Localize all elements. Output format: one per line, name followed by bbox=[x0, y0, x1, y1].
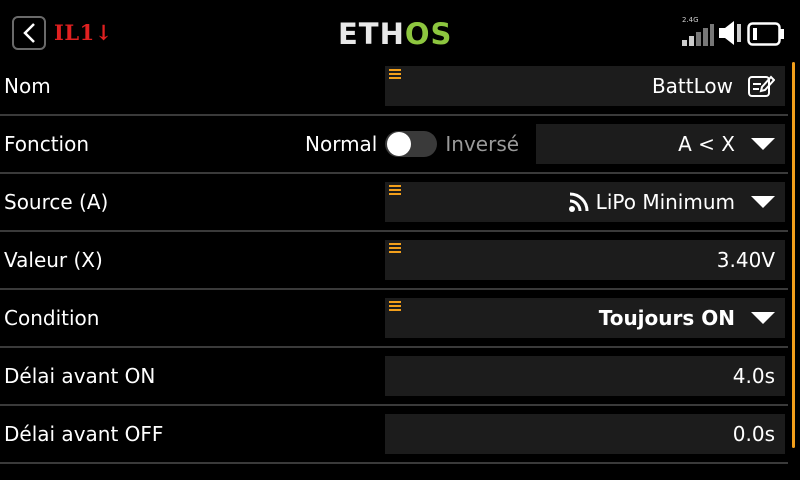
chevron-left-icon bbox=[23, 23, 35, 43]
condition-value: Toujours ON bbox=[598, 306, 735, 330]
name-field[interactable]: BattLow bbox=[385, 66, 785, 106]
logic-switch-settings: Nom BattLow Fonction Normal Inversé A < … bbox=[0, 58, 788, 480]
row-nom: Nom BattLow bbox=[0, 58, 788, 116]
delay-off-value: 0.0s bbox=[732, 422, 775, 446]
row-label: Source (A) bbox=[4, 190, 109, 214]
delay-on-field[interactable]: 4.0s bbox=[385, 356, 785, 396]
drag-handle-icon bbox=[389, 243, 401, 253]
ethos-logo: ETHOS bbox=[338, 17, 453, 51]
dropdown-caret-icon bbox=[751, 196, 775, 208]
function-dropdown[interactable]: A < X bbox=[536, 124, 785, 164]
row-label: Valeur (X) bbox=[4, 248, 103, 272]
row-label: Nom bbox=[4, 74, 51, 98]
row-label: Fonction bbox=[4, 132, 90, 156]
telemetry-icon bbox=[568, 192, 589, 212]
row-fonction: Fonction Normal Inversé A < X bbox=[0, 116, 788, 174]
speaker-icon bbox=[719, 21, 741, 45]
row-delay-off: Délai avant OFF 0.0s bbox=[0, 406, 788, 464]
delay-off-field[interactable]: 0.0s bbox=[385, 414, 785, 454]
name-value: BattLow bbox=[651, 74, 733, 98]
edit-icon bbox=[748, 75, 775, 97]
row-condition: Condition Toujours ON bbox=[0, 290, 788, 348]
drag-handle-icon bbox=[389, 69, 401, 79]
value-field[interactable]: 3.40V bbox=[385, 240, 785, 280]
battery-icon bbox=[747, 22, 784, 46]
scrollbar[interactable] bbox=[792, 62, 795, 448]
drag-handle-icon bbox=[389, 185, 401, 195]
row-delay-on: Délai avant ON 4.0s bbox=[0, 348, 788, 406]
signal-strength-icon bbox=[682, 24, 714, 46]
source-value: LiPo Minimum bbox=[595, 190, 735, 214]
invert-toggle[interactable] bbox=[385, 131, 438, 157]
function-value: A < X bbox=[678, 132, 735, 156]
delay-on-value: 4.0s bbox=[732, 364, 775, 388]
value-value: 3.40V bbox=[716, 248, 775, 272]
header-bar: IL1↓ ETHOS 2.4G bbox=[0, 0, 800, 64]
dropdown-caret-icon bbox=[751, 312, 775, 324]
back-button[interactable] bbox=[12, 16, 46, 50]
toggle-label-normal: Normal bbox=[305, 132, 378, 156]
screen-id: IL1↓ bbox=[54, 20, 113, 45]
rf-band-label: 2.4G bbox=[682, 16, 699, 24]
dropdown-caret-icon bbox=[751, 138, 775, 150]
toggle-knob bbox=[387, 132, 412, 156]
condition-dropdown[interactable]: Toujours ON bbox=[385, 298, 785, 338]
row-source: Source (A) LiPo Minimum bbox=[0, 174, 788, 232]
row-label: Délai avant OFF bbox=[4, 422, 164, 446]
row-valeur: Valeur (X) 3.40V bbox=[0, 232, 788, 290]
toggle-label-inverse: Inversé bbox=[445, 132, 520, 156]
source-dropdown[interactable]: LiPo Minimum bbox=[385, 182, 785, 222]
function-toggle-group: Normal Inversé bbox=[305, 116, 519, 172]
row-label: Condition bbox=[4, 306, 100, 330]
row-label: Délai avant ON bbox=[4, 364, 156, 388]
drag-handle-icon bbox=[389, 301, 401, 311]
